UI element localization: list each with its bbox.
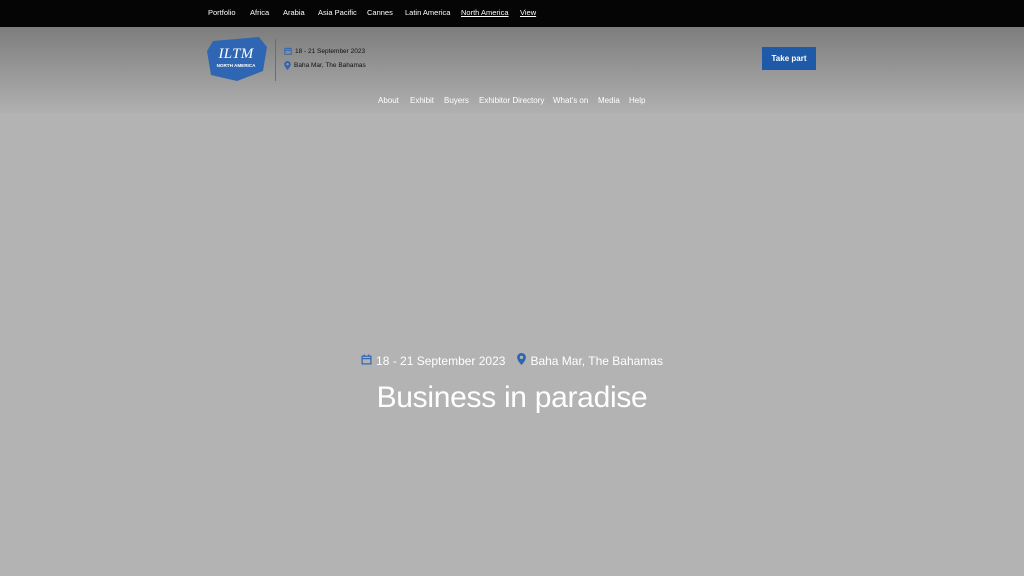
hero-location: Baha Mar, The Bahamas — [530, 353, 663, 368]
main-nav-buyers[interactable]: Buyers — [444, 96, 469, 105]
top-nav-arabia[interactable]: Arabia — [283, 8, 305, 17]
site-header: ILTM NORTH AMERICA 18 - 21 September 202… — [0, 27, 1024, 113]
iltm-logo[interactable]: ILTM NORTH AMERICA — [207, 37, 269, 81]
take-part-button[interactable]: Take part — [762, 47, 816, 70]
header-location: Baha Mar, The Bahamas — [284, 61, 366, 70]
hero-date: 18 - 21 September 2023 — [376, 353, 506, 368]
top-nav-africa[interactable]: Africa — [250, 8, 269, 17]
logo-wordmark: ILTM — [218, 46, 254, 62]
hero-section: 18 - 21 September 2023 Baha Mar, The Bah… — [0, 113, 1024, 576]
main-nav-about[interactable]: About — [378, 96, 399, 105]
top-nav-asia-pacific[interactable]: Asia Pacific — [318, 8, 357, 17]
top-nav-view[interactable]: View — [520, 8, 536, 17]
main-nav-media[interactable]: Media — [598, 96, 620, 105]
map-pin-icon — [517, 353, 527, 368]
header-divider — [275, 39, 276, 81]
top-nav-cannes[interactable]: Cannes — [367, 8, 393, 17]
calendar-icon — [361, 354, 372, 368]
header-location-text: Baha Mar, The Bahamas — [294, 62, 366, 69]
header-date-text: 18 - 21 September 2023 — [295, 47, 366, 55]
main-nav-help[interactable]: Help — [629, 96, 645, 105]
main-nav-exhibitor-directory[interactable]: Exhibitor Directory — [479, 96, 544, 105]
map-pin-icon — [284, 61, 291, 70]
hero-title: Business in paradise — [376, 381, 648, 414]
top-nav-bar: Portfolio Africa Arabia Asia Pacific Can… — [0, 0, 1024, 27]
main-nav-exhibit[interactable]: Exhibit — [410, 96, 434, 105]
main-nav: About Exhibit Buyers Exhibitor Directory… — [0, 96, 1024, 108]
top-nav-north-america[interactable]: North America — [461, 8, 509, 17]
header-date: 18 - 21 September 2023 — [284, 47, 365, 55]
main-nav-whats-on[interactable]: What's on — [553, 96, 588, 105]
calendar-icon — [284, 47, 292, 55]
top-nav-latin-america[interactable]: Latin America — [405, 8, 450, 17]
hero-event-meta: 18 - 21 September 2023 Baha Mar, The Bah… — [0, 353, 1024, 368]
logo-subtitle: NORTH AMERICA — [216, 63, 256, 68]
top-nav-portfolio[interactable]: Portfolio — [208, 8, 236, 17]
